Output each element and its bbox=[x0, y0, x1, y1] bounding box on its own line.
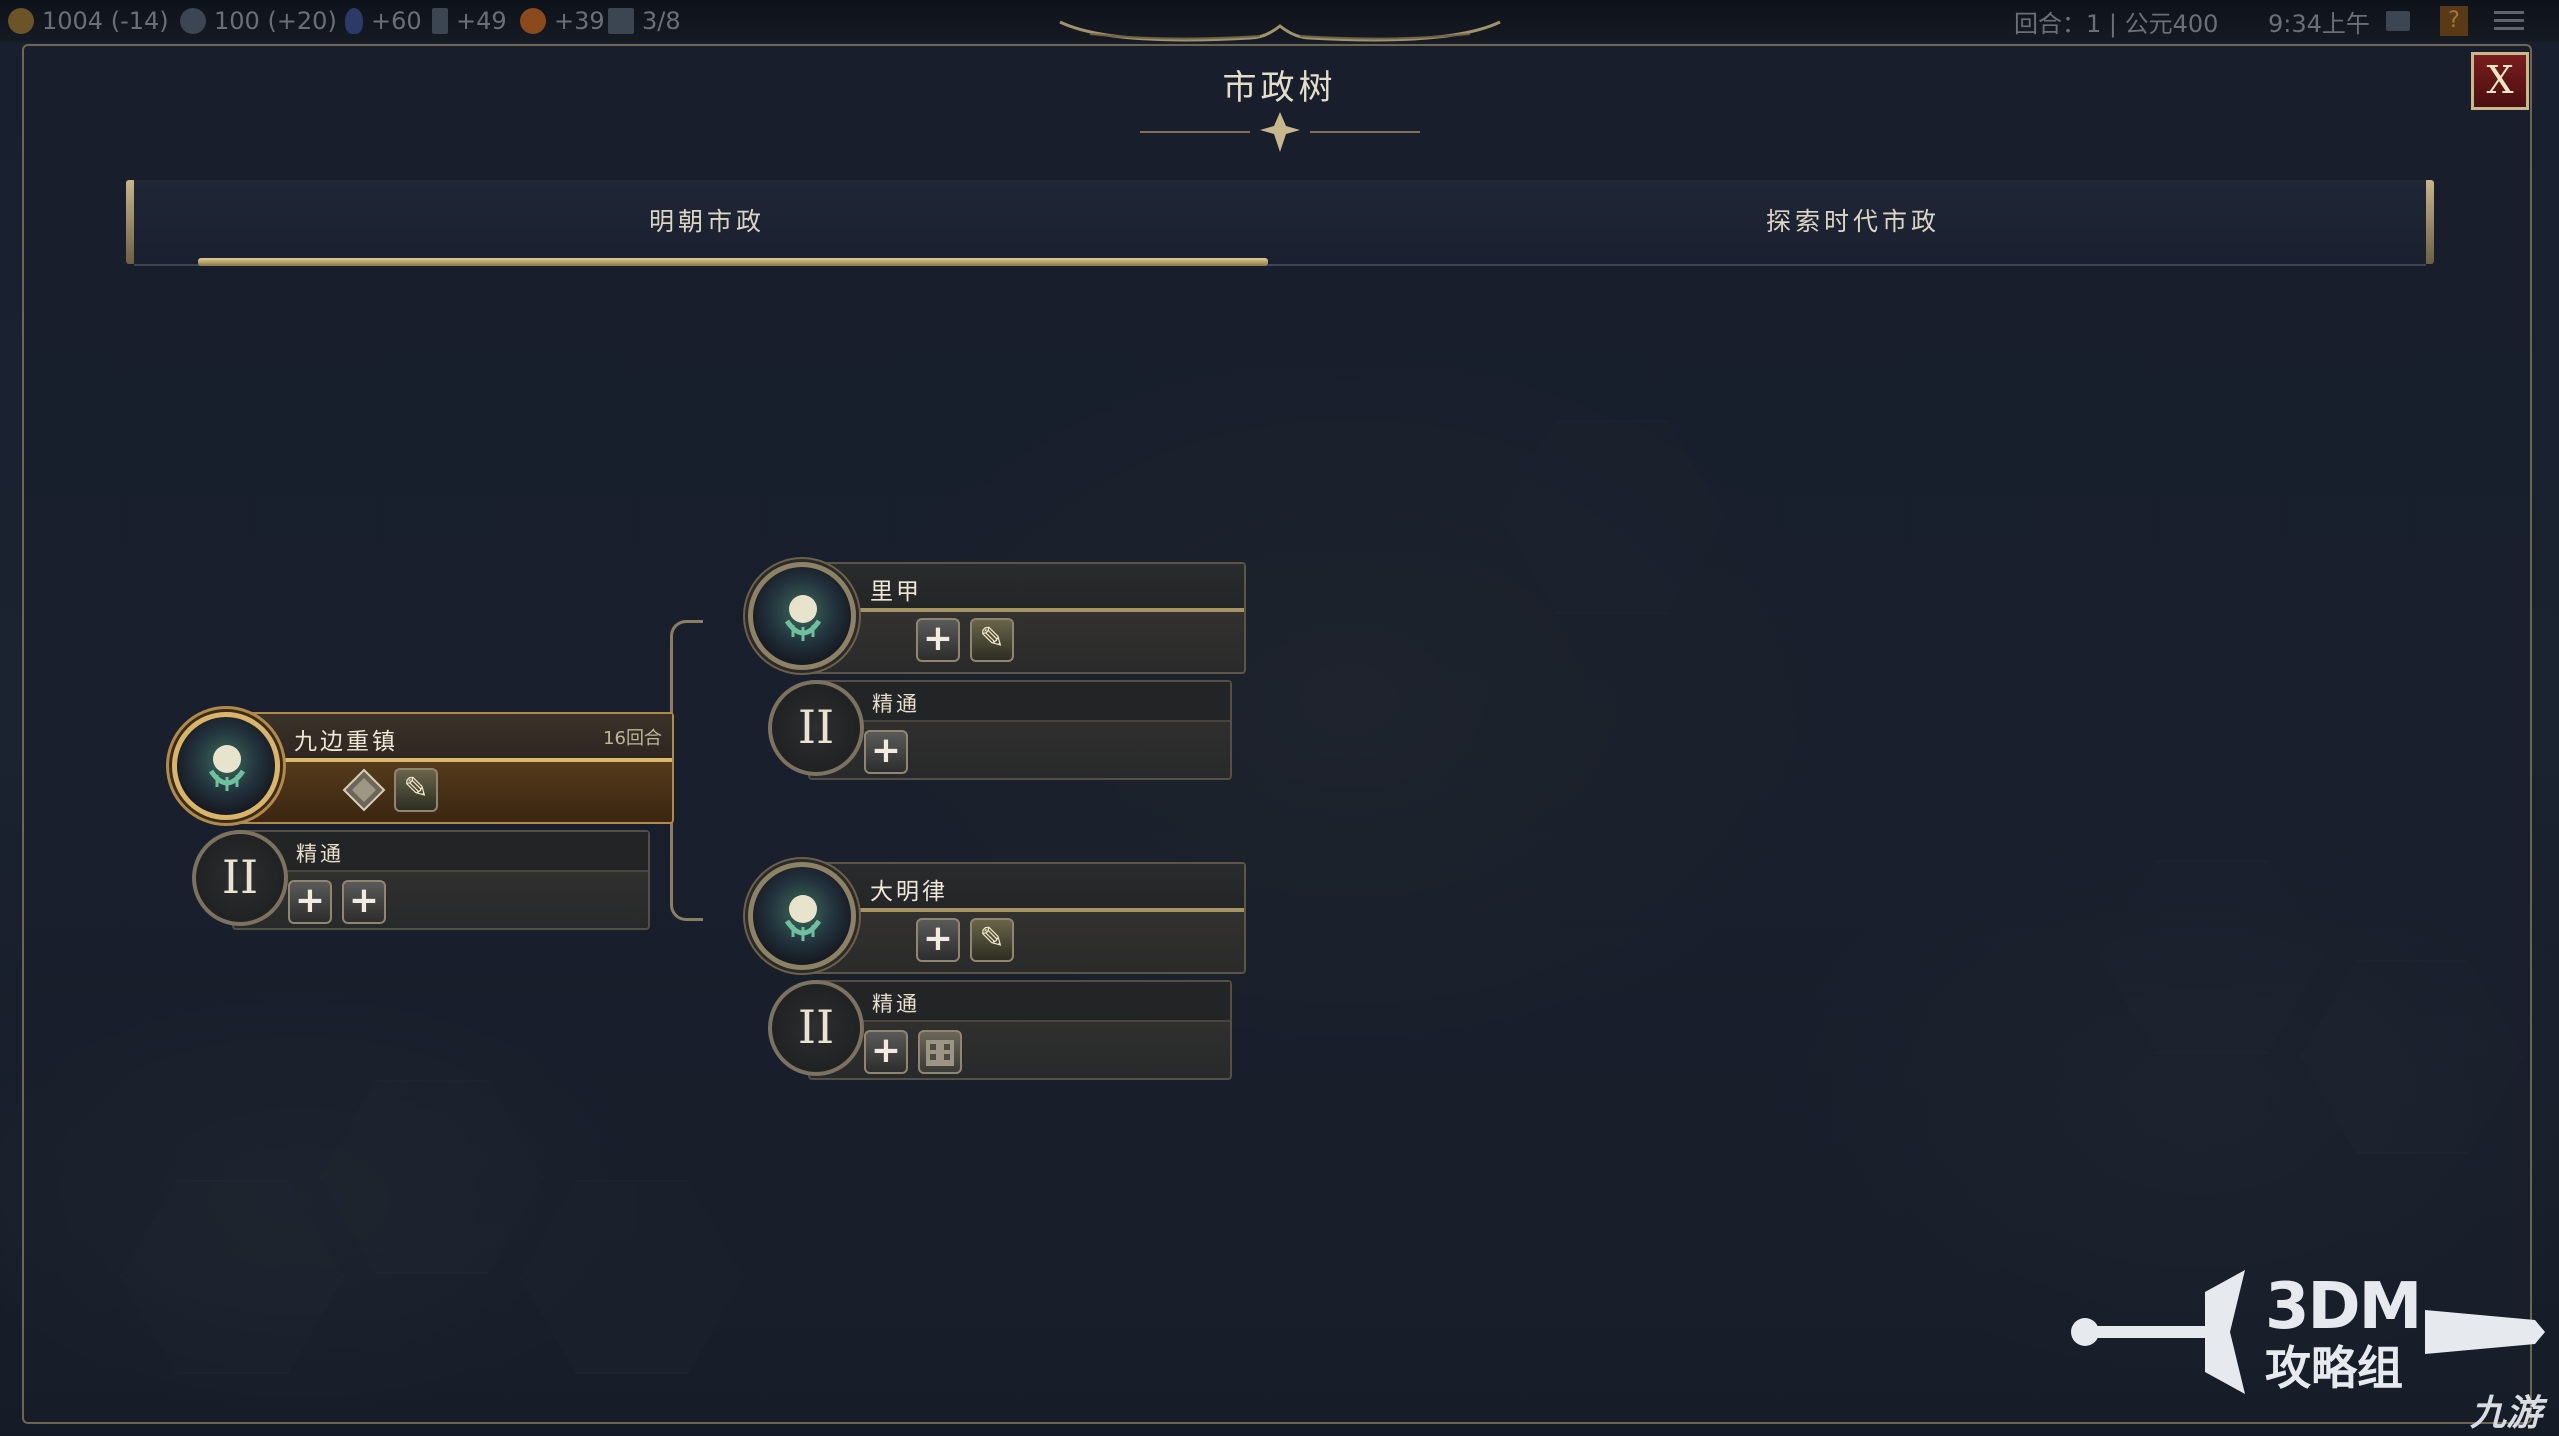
civic-node-daminglv[interactable]: 大明律 + ✎ bbox=[748, 862, 1248, 974]
city-icon bbox=[608, 8, 634, 34]
civic-name: 大明律 bbox=[870, 879, 948, 905]
building-icon[interactable] bbox=[918, 1030, 962, 1074]
selected-tab-indicator bbox=[198, 258, 1268, 266]
gold-resource[interactable]: 1004 (-14) bbox=[8, 6, 169, 36]
watermark-site: 九游 bbox=[2470, 1393, 2543, 1434]
plus-icon[interactable]: + bbox=[288, 880, 332, 924]
civic-mastery-2[interactable]: 精通 + II bbox=[768, 680, 1232, 780]
panel-title: 市政树 bbox=[1222, 68, 1337, 108]
civic-card: 九边重镇 16回合 ✎ bbox=[222, 712, 674, 824]
civic-name: 九边重镇 bbox=[294, 729, 398, 755]
mastery-name: 精通 bbox=[872, 692, 920, 716]
civic-mastery-3[interactable]: 精通 + II bbox=[768, 980, 1232, 1080]
civic-emblem-icon bbox=[748, 562, 856, 670]
plus-icon[interactable]: + bbox=[864, 1030, 908, 1074]
civic-name: 里甲 bbox=[870, 579, 922, 605]
mastery-numeral-icon: II bbox=[768, 980, 864, 1076]
mastery-name: 精通 bbox=[296, 842, 344, 866]
close-button[interactable]: X bbox=[2471, 52, 2529, 110]
feather-icon[interactable]: ✎ bbox=[970, 918, 1014, 962]
civic-node-lijia[interactable]: 里甲 + ✎ bbox=[748, 562, 1248, 674]
turn-info: 回合：1 | 公元400 bbox=[2014, 9, 2219, 38]
plus-icon[interactable]: + bbox=[342, 880, 386, 924]
faith-icon bbox=[345, 8, 363, 34]
faith-resource[interactable]: +60 bbox=[345, 6, 422, 36]
feather-icon[interactable]: ✎ bbox=[394, 768, 438, 812]
plus-icon[interactable]: + bbox=[916, 918, 960, 962]
culture-resource[interactable]: +49 bbox=[432, 6, 507, 36]
tab-exploration-age-civics[interactable]: 探索时代市政 bbox=[1280, 180, 2426, 264]
happiness-resource[interactable]: +39 bbox=[520, 6, 605, 36]
civic-turns: 16回合 bbox=[603, 728, 662, 749]
science-resource[interactable]: 100 (+20) bbox=[180, 6, 337, 36]
diamond-icon[interactable] bbox=[342, 768, 386, 812]
help-icon[interactable]: ? bbox=[2440, 6, 2468, 36]
tab-bar: 明朝市政 探索时代市政 bbox=[134, 180, 2426, 266]
mastery-numeral-icon: II bbox=[192, 830, 288, 926]
feather-icon[interactable]: ✎ bbox=[970, 618, 1014, 662]
mastery-numeral-icon: II bbox=[768, 680, 864, 776]
mastery-name: 精通 bbox=[872, 992, 920, 1016]
title-ornament-icon bbox=[1140, 112, 1420, 152]
civic-emblem-icon bbox=[748, 862, 856, 970]
science-icon bbox=[180, 8, 206, 34]
menu-icon[interactable] bbox=[2494, 6, 2524, 36]
cities-resource[interactable]: 3/8 bbox=[608, 6, 681, 36]
plus-icon[interactable]: + bbox=[864, 730, 908, 774]
happiness-icon bbox=[520, 8, 546, 34]
civic-mastery-1[interactable]: 精通 + + II bbox=[192, 830, 652, 930]
clock: 9:34上午 bbox=[2268, 9, 2370, 38]
screenshot-icon[interactable] bbox=[2386, 6, 2410, 36]
watermark-sub: 攻略组 bbox=[2265, 1341, 2403, 1395]
civic-node-jiubian[interactable]: 九边重镇 16回合 ✎ bbox=[172, 712, 674, 824]
connector-line bbox=[670, 620, 703, 771]
gold-icon bbox=[8, 8, 34, 34]
connector-line bbox=[670, 768, 703, 921]
culture-icon bbox=[432, 8, 448, 34]
plus-icon[interactable]: + bbox=[916, 618, 960, 662]
civic-emblem-icon bbox=[172, 712, 280, 820]
tab-ming-civics[interactable]: 明朝市政 bbox=[134, 180, 1280, 264]
